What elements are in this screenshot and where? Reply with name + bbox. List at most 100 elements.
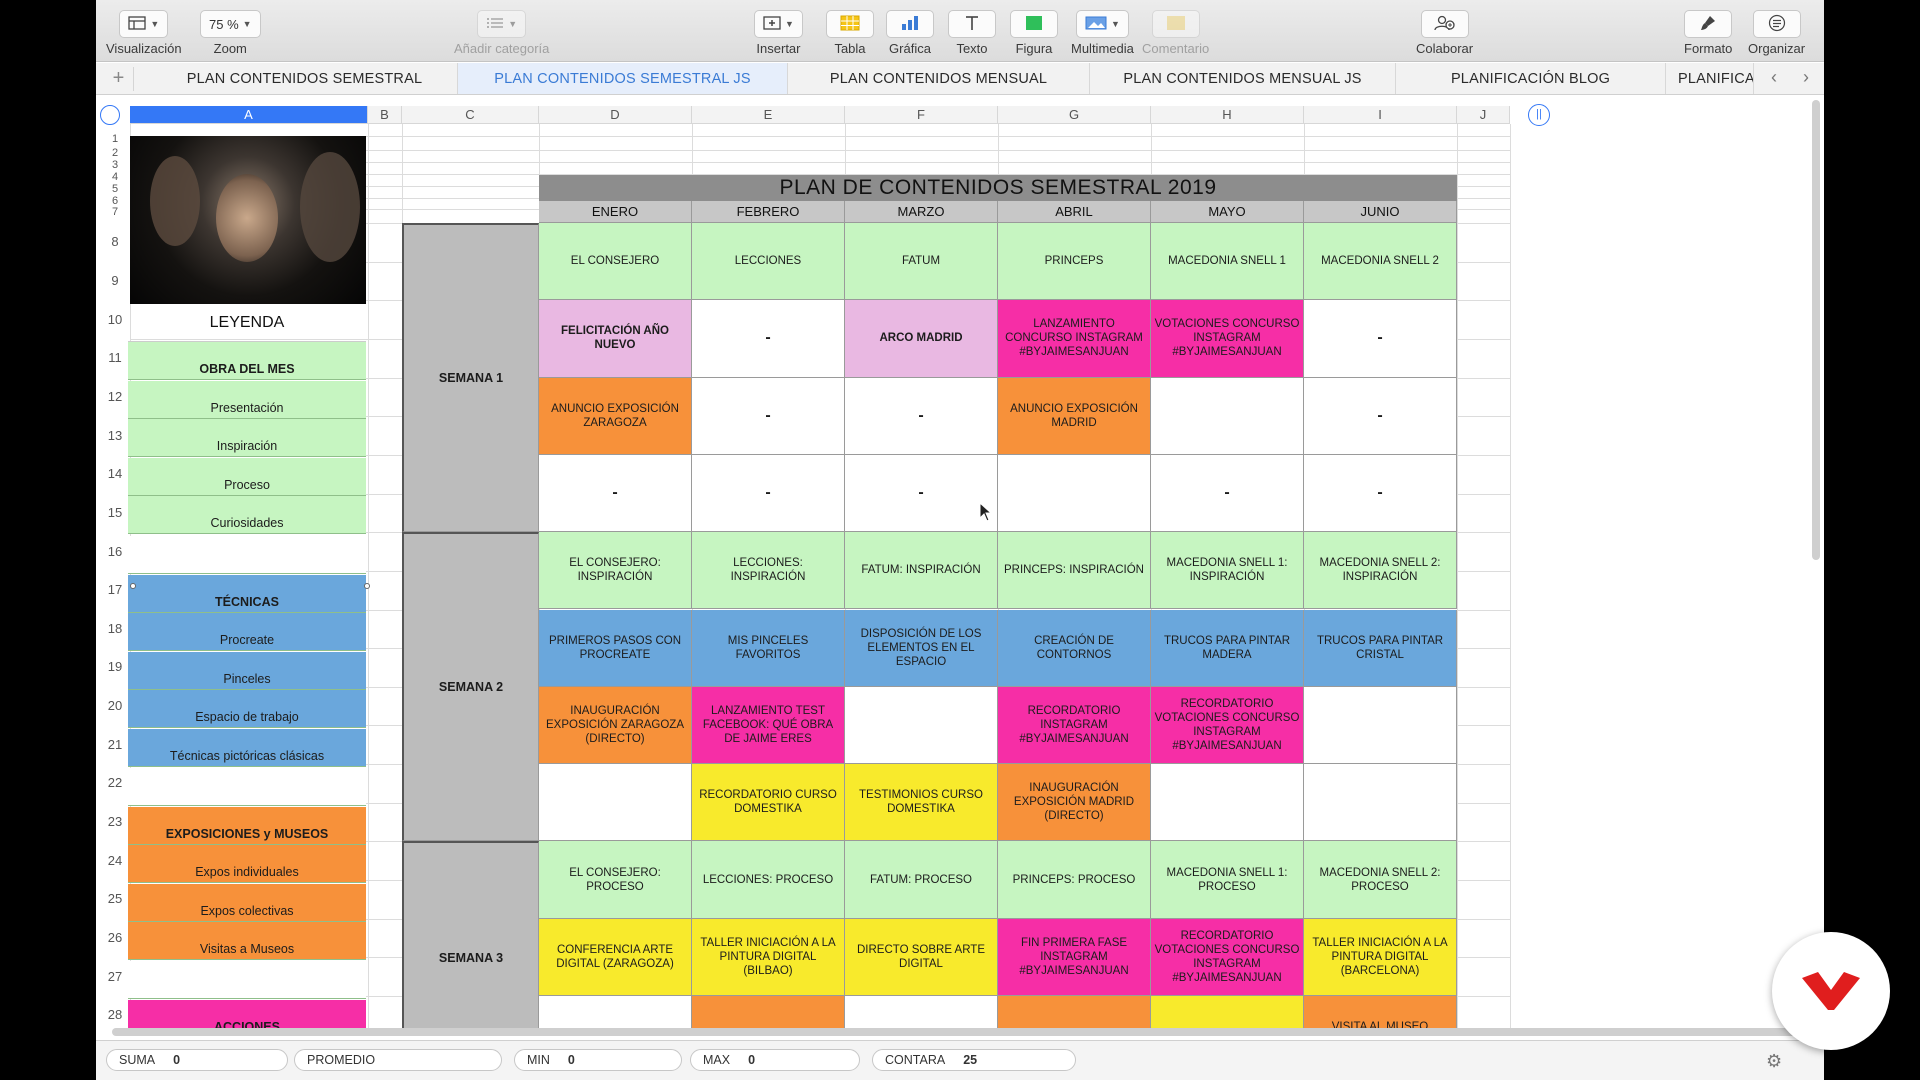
plan-cell[interactable] [1304, 686, 1457, 765]
plan-cell[interactable]: FATUM: INSPIRACIÓN [845, 532, 998, 610]
plan-cell[interactable]: DIRECTO SOBRE ARTE DIGITAL [845, 918, 998, 996]
row-number[interactable]: 17 [102, 582, 128, 597]
plan-cell[interactable]: RECORDATORIO VOTACIONES CONCURSO INSTAGR… [1151, 686, 1304, 765]
row-number[interactable]: 11 [102, 350, 128, 365]
plan-cell[interactable]: MACEDONIA SNELL 1: INSPIRACIÓN [1151, 532, 1304, 610]
media-control[interactable]: ▼ Multimedia [1071, 10, 1134, 56]
add-sheet-button[interactable]: + [104, 67, 134, 91]
column-header-j[interactable]: J [1457, 106, 1510, 124]
comment-button[interactable] [1151, 10, 1200, 38]
spreadsheet-canvas[interactable]: || ABCDEFGHIJ 1 2 3 4 5 6 7 8 9 10 11 12 13 14 15 16 17 1… [96, 96, 1824, 1036]
row-number[interactable]: 20 [102, 698, 128, 713]
row-number[interactable]: 4 [102, 171, 128, 183]
plan-cell[interactable]: - [692, 300, 845, 378]
plan-cell[interactable]: LANZAMIENTO TEST FACEBOOK: QUÉ OBRA DE J… [692, 686, 845, 765]
plan-cell[interactable]: - [692, 454, 845, 533]
row-number[interactable]: 22 [102, 775, 128, 790]
plan-cell[interactable]: - [692, 377, 845, 455]
row-number[interactable]: 2 [102, 147, 128, 159]
plan-cell[interactable]: PRINCEPS: PROCESO [998, 841, 1151, 919]
plan-cell[interactable]: RECORDATORIO VOTACIONES CONCURSO INSTAGR… [1151, 918, 1304, 996]
plan-cell[interactable]: FATUM [845, 223, 998, 301]
collaborate-button[interactable] [1420, 10, 1469, 38]
plan-cell[interactable]: INAUGURACIÓN EXPOSICIÓN MADRID (DIRECTO) [998, 764, 1151, 842]
plan-cell[interactable]: TRUCOS PARA PINTAR MADERA [1151, 609, 1304, 687]
plan-cell[interactable]: EL CONSEJERO: INSPIRACIÓN [539, 532, 692, 610]
plan-cell[interactable]: MACEDONIA SNELL 1 [1151, 223, 1304, 301]
tab-plan-contenidos-mensual[interactable]: PLAN CONTENIDOS MENSUAL [788, 63, 1090, 94]
row-number[interactable]: 27 [102, 969, 128, 984]
row-number[interactable]: 26 [102, 930, 128, 945]
plan-cell[interactable]: RECORDATORIO INSTAGRAM #BYJAIMESANJUAN [998, 686, 1151, 765]
plan-cell[interactable]: LECCIONES: PROCESO [692, 841, 845, 919]
row-number[interactable]: 24 [102, 853, 128, 868]
plan-cell[interactable]: DISPOSICIÓN DE LOS ELEMENTOS EN EL ESPAC… [845, 609, 998, 687]
plan-cell[interactable]: PRINCEPS: INSPIRACIÓN [998, 532, 1151, 610]
zoom-select[interactable]: 75 % ▼ [200, 10, 261, 38]
row-number[interactable]: 28 [102, 1007, 128, 1022]
plan-cell[interactable]: PRINCEPS [998, 223, 1151, 301]
row-number[interactable]: 1 [102, 133, 128, 145]
horizontal-scrollbar[interactable] [112, 1028, 1812, 1036]
max-field[interactable]: MAX 0 [690, 1049, 860, 1071]
plan-cell[interactable] [539, 764, 692, 842]
plan-cell[interactable]: EL CONSEJERO: PROCESO [539, 841, 692, 919]
column-header-b[interactable]: B [368, 106, 402, 124]
plan-cell[interactable]: RECORDATORIO CURSO DOMESTIKA [692, 764, 845, 842]
plan-cell[interactable] [845, 686, 998, 765]
plan-cell[interactable]: INAUGURACIÓN EXPOSICIÓN ZARAGOZA (DIRECT… [539, 686, 692, 765]
media-button[interactable]: ▼ [1075, 10, 1129, 38]
tab-plan-contenidos-semestral-js[interactable]: PLAN CONTENIDOS SEMESTRAL JS [458, 63, 788, 94]
organize-control[interactable]: Organizar [1748, 10, 1805, 56]
plan-cell[interactable]: TALLER INICIACIÓN A LA PINTURA DIGITAL (… [692, 918, 845, 996]
selection-handle-right[interactable] [364, 583, 370, 589]
format-control[interactable]: Formato [1684, 10, 1732, 56]
plan-cell[interactable]: - [1304, 377, 1457, 455]
plan-cell[interactable]: ARCO MADRID [845, 300, 998, 378]
chart-control[interactable]: Gráfica [886, 10, 934, 56]
column-header-d[interactable]: D [539, 106, 692, 124]
column-header-f[interactable]: F [845, 106, 998, 124]
tab-prev-arrow-icon[interactable]: ‹ [1762, 67, 1786, 88]
plan-cell[interactable]: - [845, 454, 998, 533]
plan-cell[interactable]: MIS PINCELES FAVORITOS [692, 609, 845, 687]
add-category-control[interactable]: ▼ Añadir categoría [454, 10, 549, 56]
plan-cell[interactable]: FELICITACIÓN AÑO NUEVO [539, 300, 692, 378]
row-number[interactable]: 25 [102, 891, 128, 906]
plan-cell[interactable]: ANUNCIO EXPOSICIÓN ZARAGOZA [539, 377, 692, 455]
row-number[interactable]: 8 [102, 234, 128, 249]
tab-planificacion-blog[interactable]: PLANIFICACIÓN BLOG [1396, 63, 1666, 94]
tab-plan-contenidos-mensual-js[interactable]: PLAN CONTENIDOS MENSUAL JS [1090, 63, 1396, 94]
column-header-i[interactable]: I [1304, 106, 1457, 124]
plan-cell[interactable] [998, 454, 1151, 533]
row-number[interactable]: 15 [102, 505, 128, 520]
organize-button[interactable] [1752, 10, 1801, 38]
plan-cell[interactable]: - [1151, 454, 1304, 533]
plan-cell[interactable]: CONFERENCIA ARTE DIGITAL (ZARAGOZA) [539, 918, 692, 996]
row-number[interactable]: 9 [102, 273, 128, 288]
shape-control[interactable]: Figura [1010, 10, 1058, 56]
plan-cell[interactable]: ANUNCIO EXPOSICIÓN MADRID [998, 377, 1151, 455]
column-header-e[interactable]: E [692, 106, 845, 124]
plan-cell[interactable]: PRIMEROS PASOS CON PROCREATE [539, 609, 692, 687]
text-button[interactable] [948, 10, 996, 38]
view-control[interactable]: ▼ Visualización [106, 10, 182, 56]
plan-cell[interactable]: MACEDONIA SNELL 2: PROCESO [1304, 841, 1457, 919]
table-control[interactable]: Tabla [826, 10, 874, 56]
plan-cell[interactable]: EL CONSEJERO [539, 223, 692, 301]
text-control[interactable]: Texto [948, 10, 996, 56]
plan-cell[interactable]: - [1304, 300, 1457, 378]
plan-cell[interactable]: TALLER INICIACIÓN A LA PINTURA DIGITAL (… [1304, 918, 1457, 996]
column-header-g[interactable]: G [998, 106, 1151, 124]
gear-icon[interactable]: ⚙ [1766, 1051, 1782, 1072]
column-header-a[interactable]: A [130, 106, 368, 124]
row-number[interactable]: 10 [102, 312, 128, 327]
row-number[interactable]: 19 [102, 659, 128, 674]
plan-cell[interactable]: MACEDONIA SNELL 2: INSPIRACIÓN [1304, 532, 1457, 610]
plan-cell[interactable]: LANZAMIENTO CONCURSO INSTAGRAM #BYJAIMES… [998, 300, 1151, 378]
zoom-control[interactable]: 75 % ▼ Zoom [200, 10, 261, 56]
selection-handle-left[interactable] [130, 583, 136, 589]
collaborate-control[interactable]: Colaborar [1416, 10, 1473, 56]
format-button[interactable] [1684, 10, 1733, 38]
comment-control[interactable]: Comentario [1142, 10, 1209, 56]
